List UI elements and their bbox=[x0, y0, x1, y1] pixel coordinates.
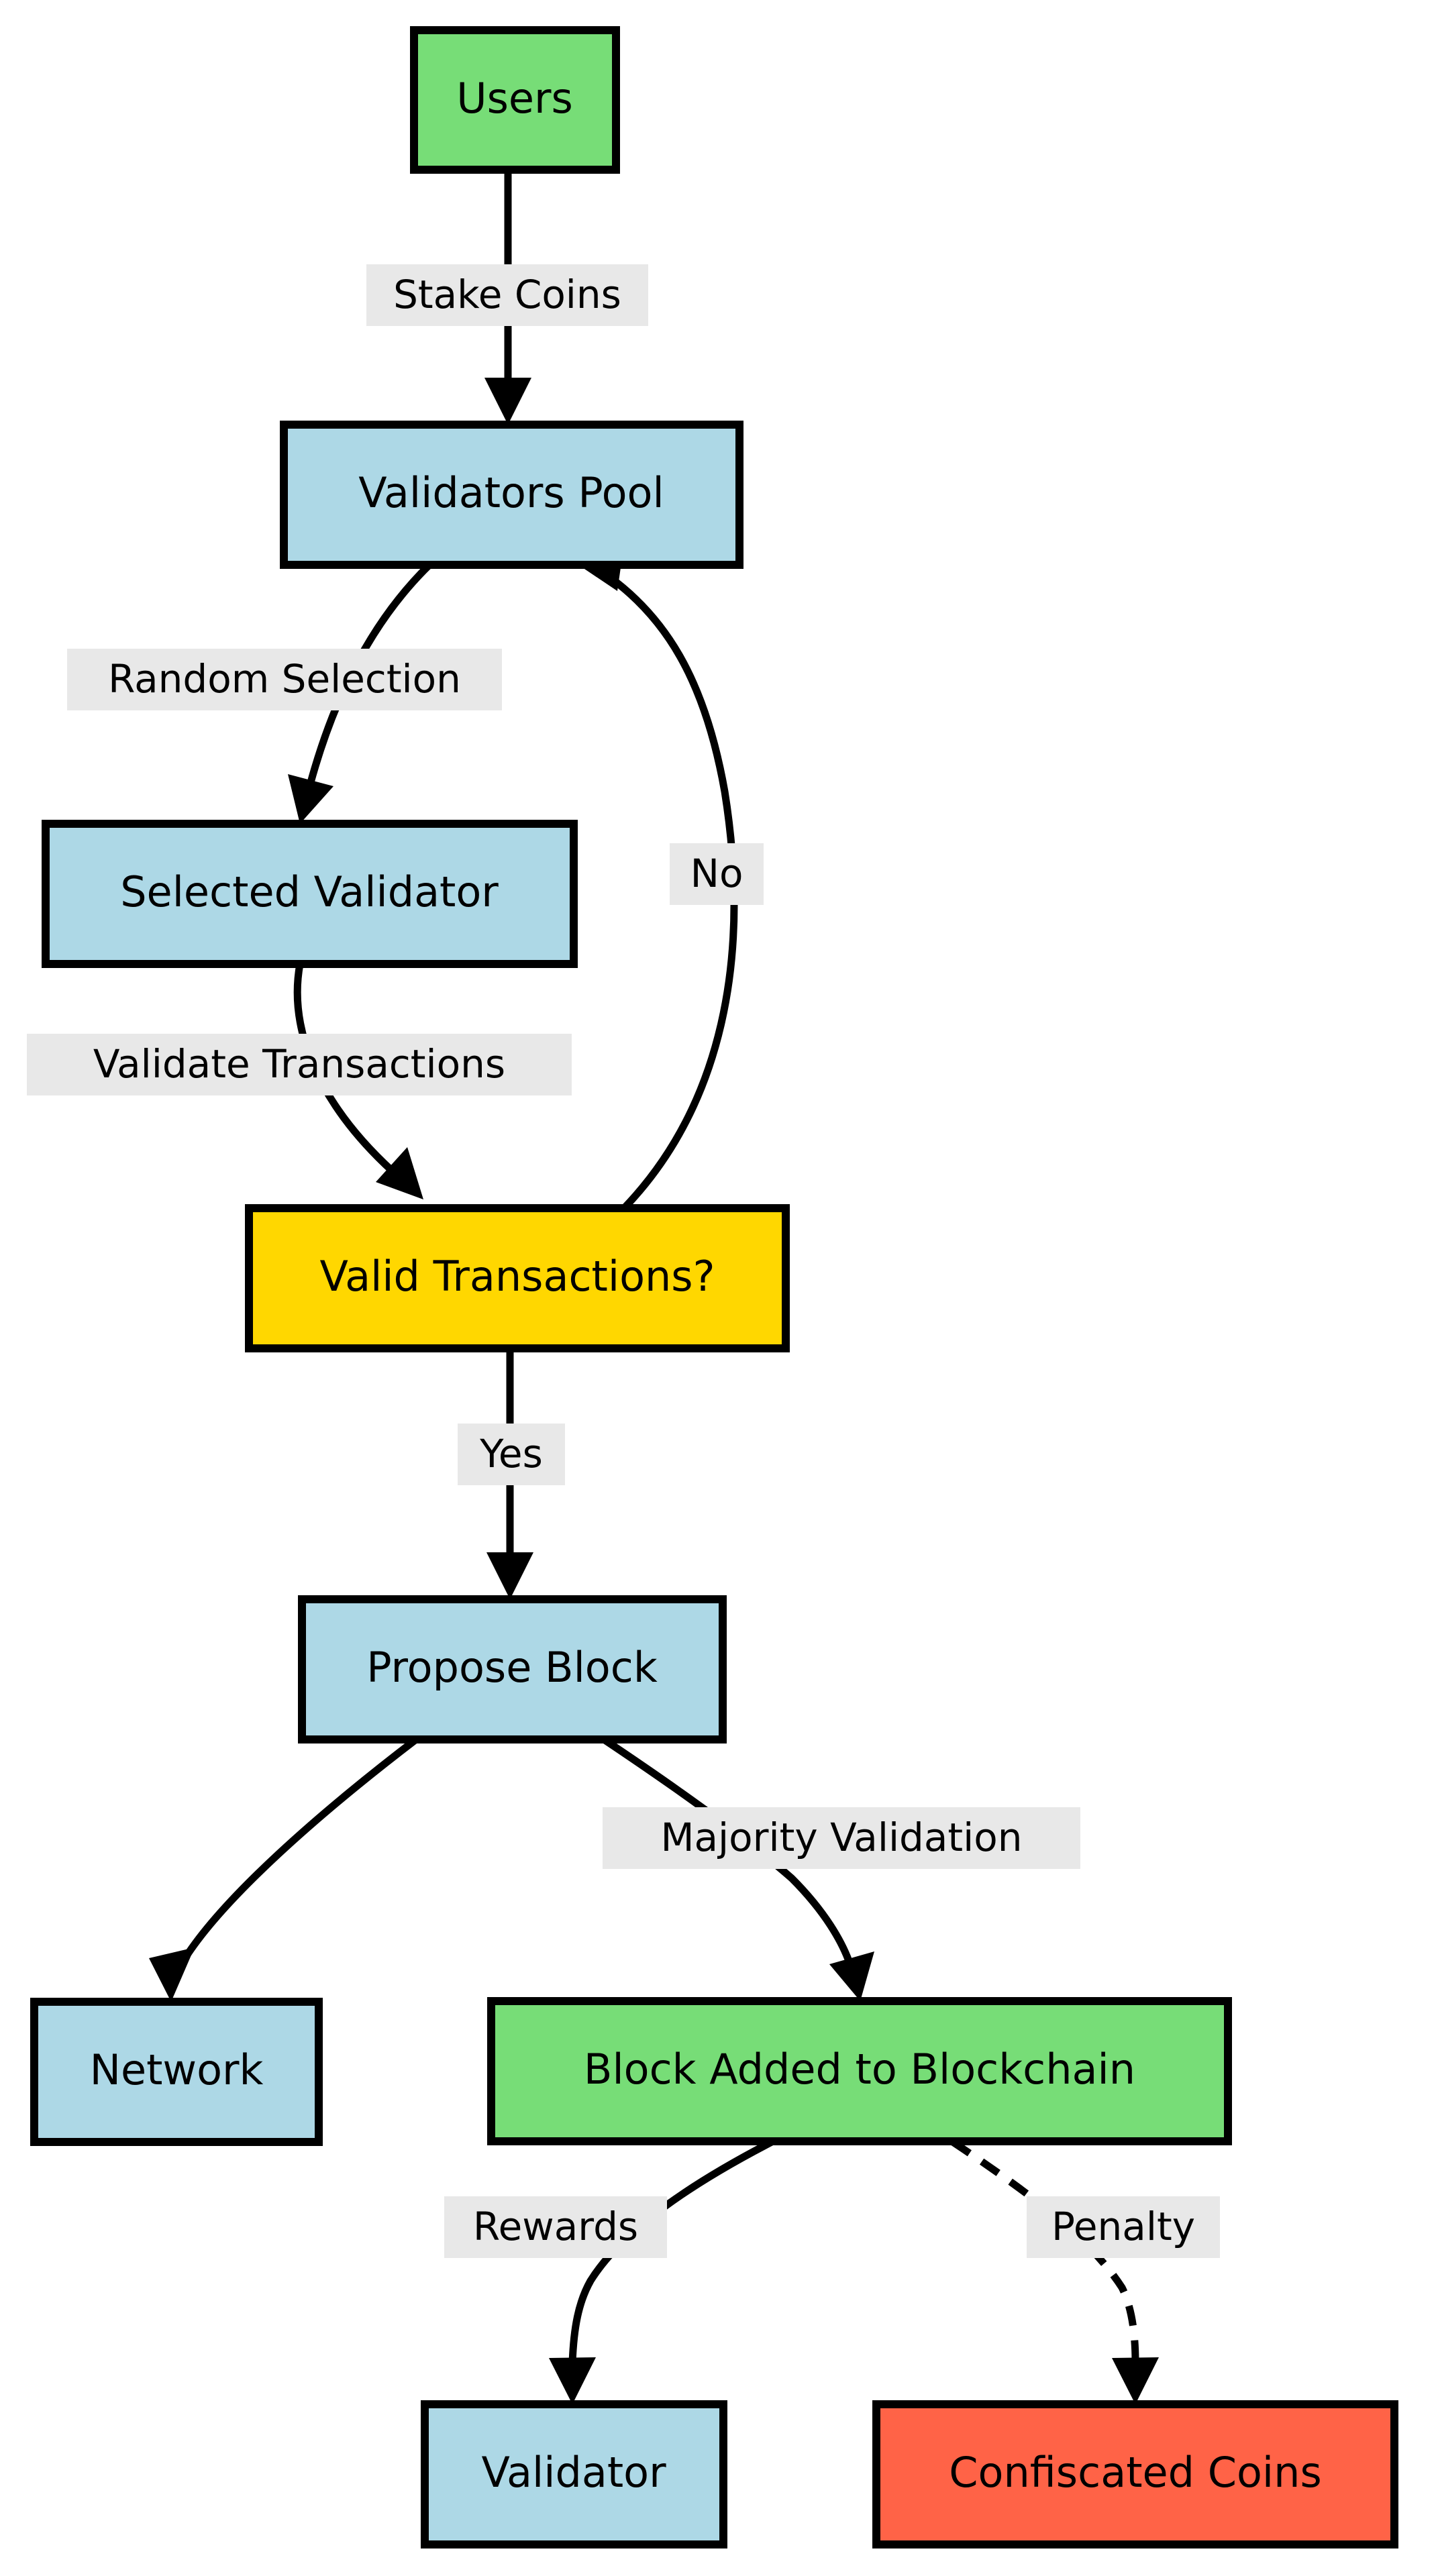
node-label: Validator bbox=[481, 2448, 666, 2497]
arrow-head-icon bbox=[376, 1147, 423, 1199]
edge-block-added-to-validator bbox=[549, 2139, 774, 2404]
flowchart-canvas: Stake Coins Random Selection No Validate… bbox=[0, 0, 1438, 2576]
edge-label-validate-transactions: Validate Transactions bbox=[27, 1034, 572, 1095]
arrow-head-icon bbox=[1112, 2357, 1159, 2404]
node-valid-transactions[interactable]: Valid Transactions? bbox=[245, 1204, 790, 1352]
node-block-added-to-blockchain[interactable]: Block Added to Blockchain bbox=[487, 1997, 1232, 2145]
node-label: Validators Pool bbox=[358, 468, 664, 517]
proof-of-stake-flowchart: Stake Coins Random Selection No Validate… bbox=[27, 26, 1398, 2548]
node-label: Block Added to Blockchain bbox=[584, 2045, 1135, 2094]
node-layer: Users Validators Pool Selected Validator… bbox=[30, 26, 1398, 2548]
arrow-head-icon bbox=[149, 1947, 195, 2002]
edge-label-penalty: Penalty bbox=[1027, 2196, 1220, 2258]
edge-label-no: No bbox=[670, 843, 764, 905]
node-label: Confiscated Coins bbox=[949, 2448, 1322, 2497]
arrow-head-icon bbox=[484, 378, 531, 425]
edge-label-text: Yes bbox=[479, 1431, 543, 1477]
node-label: Users bbox=[456, 74, 573, 123]
node-propose-block[interactable]: Propose Block bbox=[298, 1595, 727, 1743]
edge-label-yes: Yes bbox=[458, 1424, 565, 1485]
edge-label-text: Stake Coins bbox=[393, 272, 621, 317]
edge-label-text: Majority Validation bbox=[660, 1815, 1022, 1860]
edge-label-text: Random Selection bbox=[108, 656, 461, 702]
node-users[interactable]: Users bbox=[410, 26, 620, 174]
node-validator[interactable]: Validator bbox=[421, 2400, 727, 2548]
arrow-head-icon bbox=[486, 1552, 533, 1599]
node-label: Valid Transactions? bbox=[320, 1252, 715, 1301]
edge-label-rewards: Rewards bbox=[444, 2196, 667, 2258]
node-validators-pool[interactable]: Validators Pool bbox=[280, 421, 743, 569]
node-label: Propose Block bbox=[366, 1643, 658, 1692]
arrow-head-icon bbox=[549, 2357, 596, 2404]
node-selected-validator[interactable]: Selected Validator bbox=[42, 820, 578, 968]
node-label: Network bbox=[90, 2045, 264, 2094]
edge-label-random-selection: Random Selection bbox=[67, 649, 502, 710]
edge-label-majority-validation: Majority Validation bbox=[603, 1807, 1080, 1869]
edge-propose-block-to-block-added bbox=[601, 1736, 874, 2001]
edge-label-text: Rewards bbox=[473, 2204, 638, 2249]
arrow-head-icon bbox=[829, 1951, 874, 2001]
edge-propose-block-to-network bbox=[149, 1736, 419, 2002]
edge-label-stake-coins: Stake Coins bbox=[366, 264, 648, 326]
edge-line bbox=[179, 1736, 419, 1964]
node-network[interactable]: Network bbox=[30, 1998, 323, 2146]
node-confiscated-coins[interactable]: Confiscated Coins bbox=[872, 2400, 1398, 2548]
arrow-head-icon bbox=[288, 774, 333, 824]
edge-label-text: No bbox=[690, 851, 743, 896]
edge-block-added-to-confiscated-coins bbox=[950, 2139, 1159, 2404]
node-label: Selected Validator bbox=[120, 867, 499, 916]
edge-label-text: Penalty bbox=[1051, 2204, 1195, 2249]
edge-label-text: Validate Transactions bbox=[93, 1041, 505, 1087]
